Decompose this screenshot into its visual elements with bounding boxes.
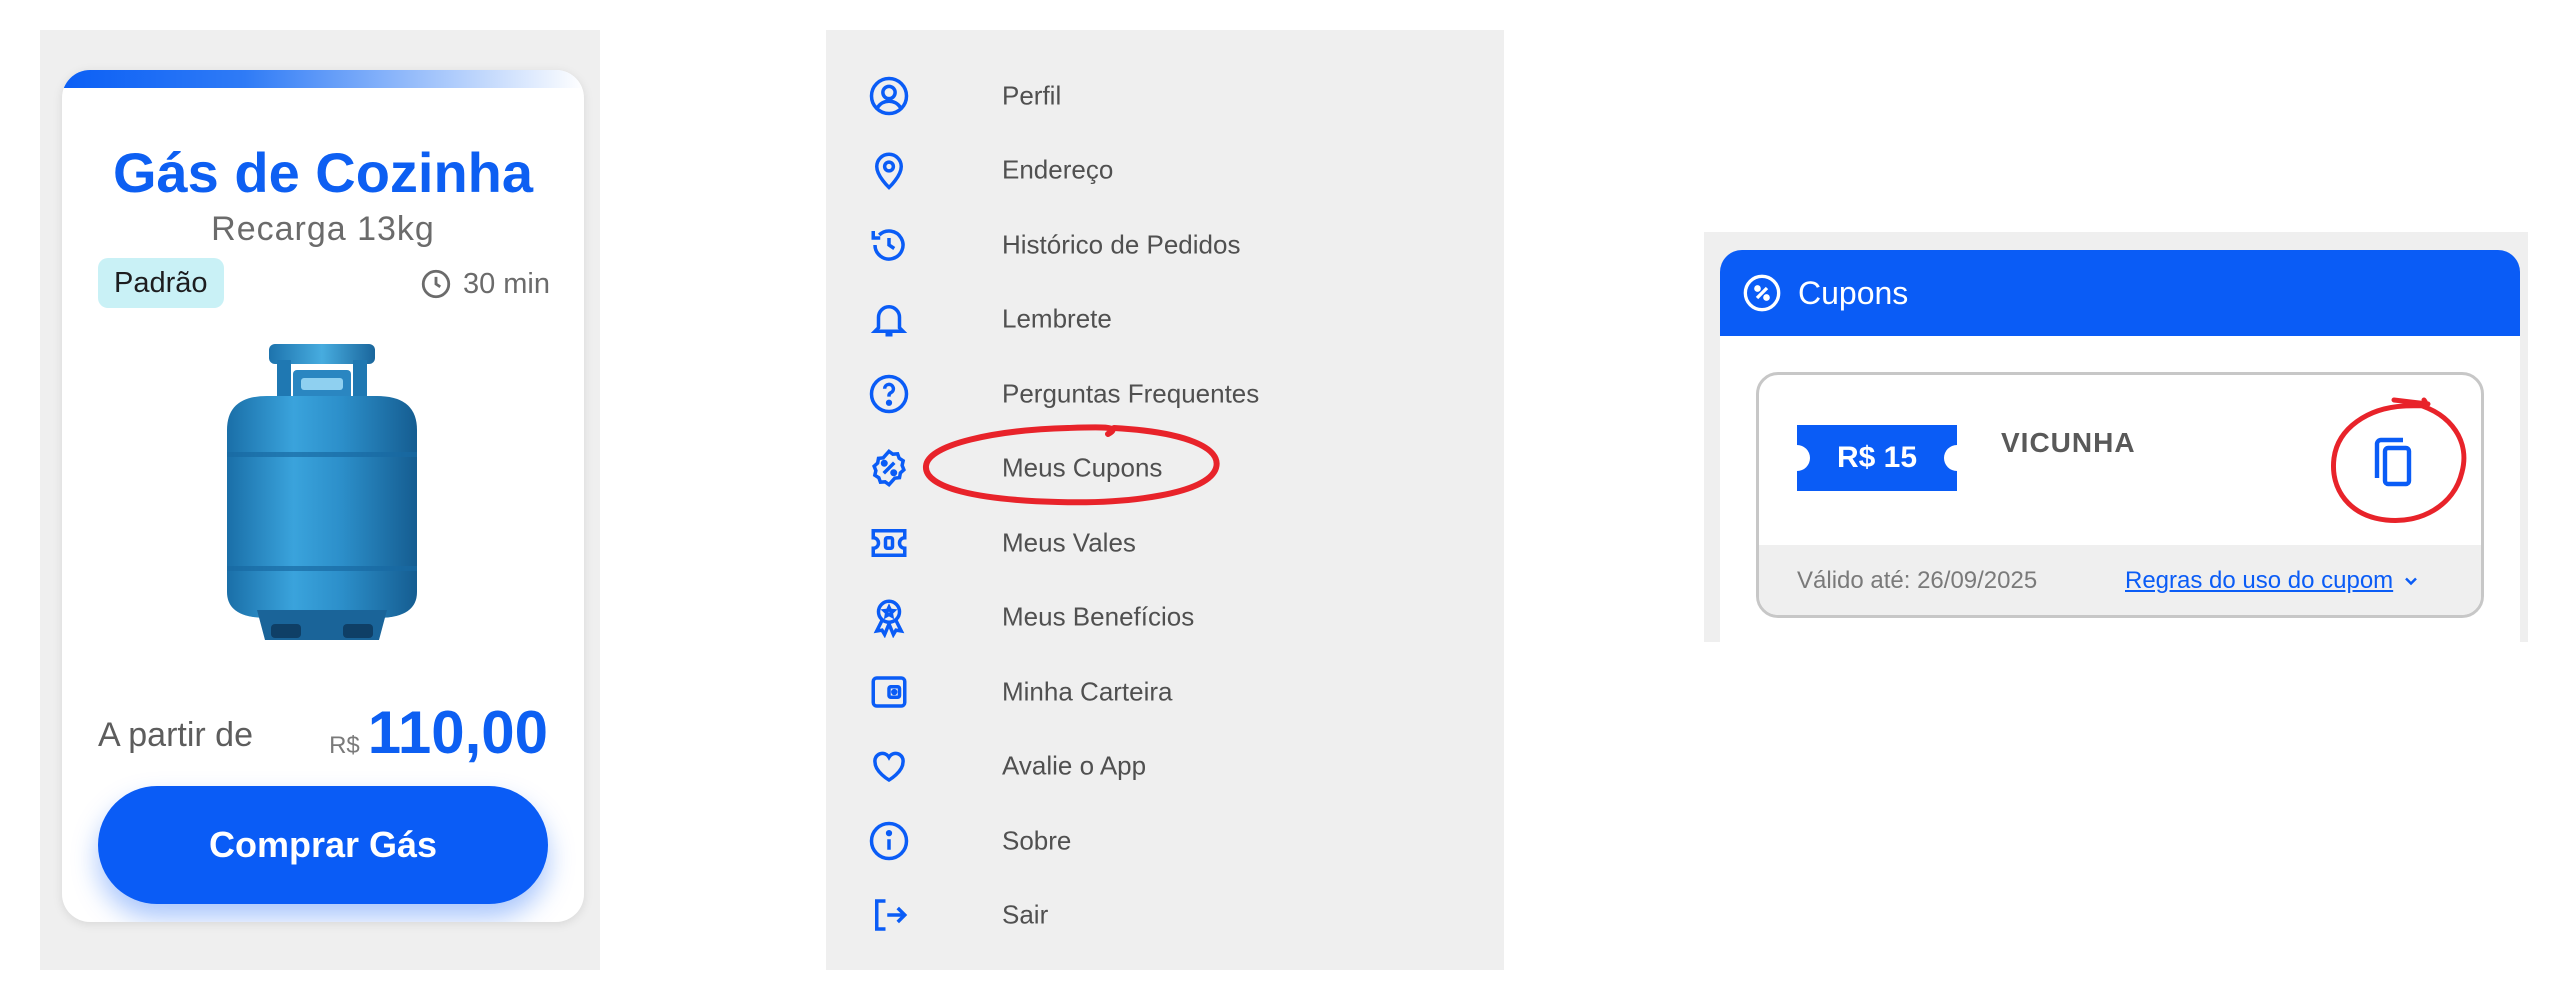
menu-item-sobre[interactable]: Sobre <box>866 811 1071 871</box>
award-icon <box>866 594 912 640</box>
menu-item-label: Sair <box>1002 899 1049 930</box>
coupons-header-title: Cupons <box>1798 274 1909 311</box>
menu-item-label: Endereço <box>1002 154 1114 185</box>
price-prefix: A partir de <box>98 716 253 754</box>
bell-icon <box>866 296 912 342</box>
chevron-down-icon <box>2405 577 2418 586</box>
copy-highlight-annotation <box>2331 397 2467 524</box>
voucher-icon <box>866 520 912 566</box>
coupon-rules-label: Regras do uso do cupom <box>2125 567 2394 594</box>
help-circle-icon <box>866 371 912 417</box>
menu-item-beneficios[interactable]: Meus Benefícios <box>866 587 1194 647</box>
coupons-header: Cupons <box>1720 250 2520 336</box>
price: R$ 110,00 <box>329 698 548 767</box>
menu-item-label: Sobre <box>1002 825 1072 856</box>
heart-icon <box>866 743 912 789</box>
user-circle-icon <box>866 73 912 119</box>
coupon-code: VICUNHA <box>2001 427 2136 458</box>
buy-gas-button[interactable]: Comprar Gás <box>98 786 548 904</box>
map-pin-icon <box>866 147 912 193</box>
clock-icon <box>421 269 451 299</box>
menu-item-carteira[interactable]: Minha Carteira <box>866 662 1173 722</box>
menu-item-sair[interactable]: Sair <box>866 885 1048 945</box>
gas-cylinder-icon <box>227 344 417 640</box>
percent-badge-icon <box>866 445 912 491</box>
menu-item-meus-cupons[interactable]: Meus Cupons <box>866 438 1162 498</box>
menu-item-label: Minha Carteira <box>1002 676 1173 707</box>
menu-item-faq[interactable]: Perguntas Frequentes <box>866 364 1259 424</box>
logout-icon <box>866 892 912 938</box>
menu-item-endereco[interactable]: Endereço <box>866 140 1113 200</box>
coupon-footer: Válido até: 26/09/2025 Regras do uso do … <box>1759 545 2481 615</box>
coupon-amount: R$ 15 <box>1836 441 1918 474</box>
menu-item-historico[interactable]: Histórico de Pedidos <box>866 215 1240 275</box>
product-subtitle: Recarga 13kg <box>211 210 435 248</box>
menu-item-perfil[interactable]: Perfil <box>866 66 1061 126</box>
menu-item-label: Perfil <box>1002 80 1062 111</box>
percent-badge-icon <box>1743 274 1781 312</box>
product-card[interactable]: Gás de Cozinha Recarga 13kg Padrão 30 mi… <box>62 70 584 922</box>
menu-item-label: Meus Benefícios <box>1002 601 1195 632</box>
menu-item-label: Histórico de Pedidos <box>1002 229 1241 260</box>
menu-item-meus-vales[interactable]: Meus Vales <box>866 513 1136 573</box>
price-currency: R$ <box>329 732 360 759</box>
info-icon <box>866 818 912 864</box>
price-value: 110,00 <box>367 699 548 766</box>
product-title: Gás de Cozinha <box>112 141 534 204</box>
product-badge: Padrão <box>98 258 224 308</box>
menu-item-label: Perguntas Frequentes <box>1002 378 1260 409</box>
coupon-valid-until: Válido até: 26/09/2025 <box>1797 567 2038 594</box>
delivery-time: 30 min <box>419 264 550 304</box>
menu-item-label: Avalie o App <box>1002 750 1147 781</box>
menu-item-lembrete[interactable]: Lembrete <box>866 289 1112 349</box>
menu-item-label: Meus Vales <box>1002 527 1136 558</box>
product-panel: Gás de Cozinha Recarga 13kg Padrão 30 mi… <box>40 30 600 970</box>
coupon-rules-link[interactable]: Regras do uso do cupom <box>2125 567 2421 595</box>
highlight-annotation <box>923 424 1220 506</box>
menu-item-avalie[interactable]: Avalie o App <box>866 736 1146 796</box>
delivery-time-label: 30 min <box>462 267 550 300</box>
history-icon <box>866 222 912 268</box>
card-accent-bar <box>62 70 584 88</box>
menu-panel: Perfil Endereço Histórico de Pedidos Lem… <box>826 30 1504 970</box>
menu-item-label: Lembrete <box>1002 303 1112 334</box>
wallet-icon <box>866 669 912 715</box>
